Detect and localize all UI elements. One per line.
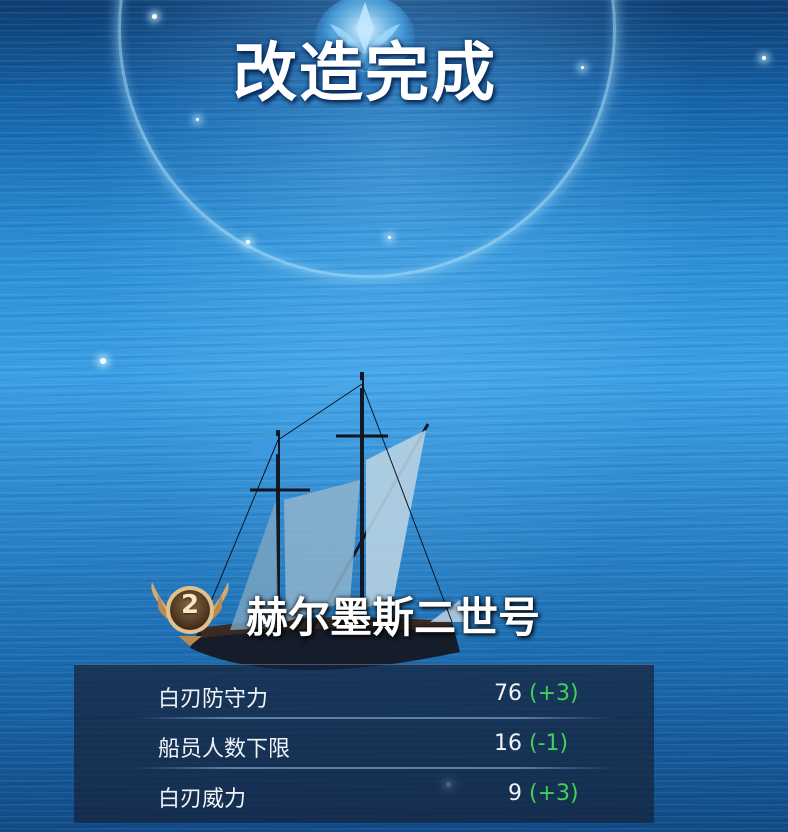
stat-row: 白刃防守力 76 (+3) [74,671,654,719]
winged-rank-badge-icon: 2 [148,574,232,650]
ship-level: 2 [180,590,200,620]
ship-header: 2 赫尔墨斯二世号 [148,574,608,650]
stat-label: 白刃防守力 [158,687,269,712]
stat-delta: (-1) [529,731,569,756]
row-divider [134,717,614,719]
stats-panel: 白刃防守力 76 (+3) 船员人数下限 16 (-1) 白刃威力 9 (+3) [74,664,654,823]
sparkle [246,240,250,244]
sparkle [152,14,157,19]
row-divider [134,767,614,769]
sparkle [388,236,391,239]
sparkle [196,118,199,121]
stat-row: 船员人数下限 16 (-1) [74,721,654,769]
ship-name: 赫尔墨斯二世号 [246,593,541,642]
stat-label: 船员人数下限 [158,737,291,762]
stat-value: 9 [508,781,522,806]
stat-delta: (+3) [529,681,579,706]
stat-row: 白刃威力 9 (+3) [74,771,654,819]
stat-delta: (+3) [529,781,579,806]
stat-value: 16 [494,731,522,756]
ocean-scene: 改造完成 2 赫尔墨斯二世号 白刃防守力 76 (+3) 船员人数下限 16 (… [0,0,788,832]
sparkle [762,56,766,60]
stat-label: 白刃威力 [158,787,247,812]
sparkle [100,358,106,364]
stat-value: 76 [494,681,522,706]
page-title: 改造完成 [233,37,497,111]
